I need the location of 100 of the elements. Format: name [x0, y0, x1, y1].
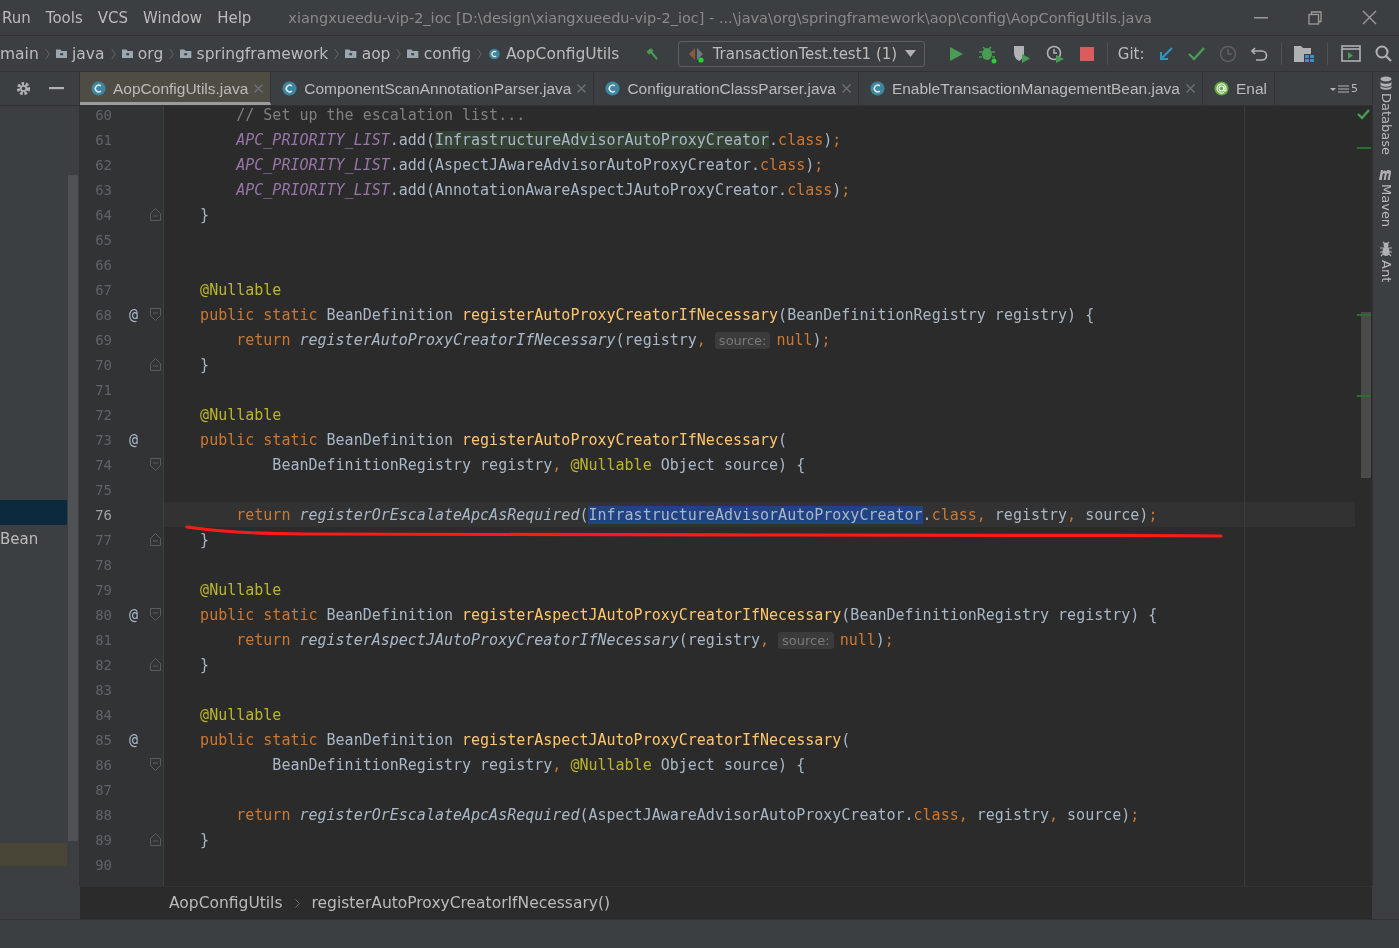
history-icon[interactable]	[1218, 44, 1237, 63]
override-marker[interactable]: @	[129, 305, 138, 324]
close-icon[interactable]	[1186, 84, 1195, 93]
list-icon	[1330, 83, 1350, 94]
tool-window-tab[interactable]: Database	[1378, 76, 1394, 156]
editor-tab[interactable]: Enal	[1203, 72, 1275, 105]
caret-icon	[905, 50, 917, 57]
checkmark-icon	[1357, 109, 1370, 120]
undo-icon[interactable]	[1250, 45, 1268, 62]
code-line: BeanDefinitionRegistry registry, @Nullable Object source) {	[271, 755, 806, 774]
folder-icon	[345, 47, 357, 60]
breadcrumb-item[interactable]: AopConfigUtils	[169, 894, 283, 912]
code-line: public static BeanDefinition registerAutoProxyCreatorIfNecessary(BeanDefinitionRegistry registry) {	[199, 305, 1095, 324]
chevron-icon	[294, 898, 300, 908]
breadcrumb-item[interactable]: aop	[361, 44, 391, 63]
breadcrumb-item[interactable]: registerAutoProxyCreatorIfNecessary()	[311, 894, 611, 912]
fold-icon[interactable]	[150, 833, 161, 846]
run-configuration-dropdown[interactable]: TransactionTest.test1 (1)	[677, 40, 926, 67]
class-icon	[604, 80, 622, 97]
fold-icon[interactable]	[150, 658, 161, 671]
editor-tab[interactable]: ComponentScanAnnotationParser.java	[271, 72, 595, 105]
code-line: APC_PRIORITY_LIST.add(AspectJAwareAdvisorAutoProxyCreator.class);	[234, 155, 824, 174]
line-number: 76	[94, 506, 113, 523]
window-title: xiangxueedu-vip-2_ioc [D:\design\xiangxueedu-vip-2_ioc] - ...\java\org\springframework\aop\config\AopConfigUtils.java	[288, 9, 1152, 26]
scrollbar-thumb[interactable]	[68, 175, 78, 841]
breadcrumb-item[interactable]: main	[0, 44, 39, 63]
code-line: public static BeanDefinition registerAspectJAutoProxyCreatorIfNecessary(BeanDefinitionRegistry registry) {	[199, 605, 1158, 624]
code-line: return registerAspectJAutoProxyCreatorIfNecessary(registry, source: null);	[235, 630, 894, 649]
scrollbar-thumb[interactable]	[1361, 312, 1371, 478]
code-line: BeanDefinitionRegistry registry, @Nullable Object source) {	[271, 455, 806, 474]
code-line: @Nullable	[199, 405, 282, 424]
class-icon	[868, 80, 886, 97]
code-line: return registerOrEscalateApcAsRequired(AspectJAwareAdvisorAutoProxyCreator.class, registry, source);	[235, 805, 1140, 824]
terminal-window-icon[interactable]	[1340, 45, 1361, 62]
bug-icon[interactable]	[978, 43, 999, 64]
code-line: public static BeanDefinition registerAspectJAutoProxyCreatorIfNecessary(	[199, 730, 851, 749]
close-icon[interactable]	[1362, 10, 1377, 25]
folder-icon	[407, 47, 419, 60]
class-icon	[90, 80, 107, 97]
breadcrumb-item[interactable]: org	[137, 44, 164, 63]
menu-item[interactable]: Tools	[41, 8, 90, 27]
editor-tab[interactable]: EnableTransactionManagementBean.java	[858, 72, 1203, 105]
breadcrumb-item[interactable]: AopConfigUtils	[505, 44, 620, 63]
code-line: @Nullable	[199, 280, 282, 299]
maven-icon	[1378, 169, 1394, 182]
menu-item[interactable]: Window	[139, 8, 210, 27]
git-label: Git:	[1117, 44, 1145, 63]
override-marker[interactable]: @	[129, 605, 138, 624]
tool-window-tab[interactable]: Ant	[1378, 241, 1394, 283]
override-marker[interactable]: @	[129, 730, 138, 749]
shield-run-icon[interactable]	[1012, 43, 1033, 64]
minimize-icon[interactable]	[49, 87, 65, 90]
class-icon	[281, 80, 299, 97]
database-icon	[1380, 76, 1392, 90]
close-icon[interactable]	[577, 84, 587, 93]
stop-icon[interactable]	[1080, 46, 1095, 61]
code-line: }	[199, 205, 210, 224]
folder-icon	[180, 47, 192, 60]
tree-item[interactable]: Bean	[0, 530, 39, 548]
restore-icon[interactable]	[1308, 10, 1322, 25]
fold-icon[interactable]	[150, 608, 161, 621]
fold-icon[interactable]	[150, 758, 161, 771]
minimize-icon[interactable]	[1254, 16, 1268, 19]
menu-item[interactable]: Run	[0, 8, 38, 27]
menu-item[interactable]: VCS	[93, 8, 135, 27]
fold-icon[interactable]	[150, 358, 161, 371]
breadcrumb-item[interactable]: config	[423, 44, 472, 63]
code-line: }	[199, 655, 210, 674]
run-icon[interactable]	[948, 45, 965, 62]
code-line: return registerOrEscalateApcAsRequired(InfrastructureAdvisorAutoProxyCreator.class, registry, source);	[235, 505, 1158, 524]
close-icon[interactable]	[254, 84, 264, 93]
project-structure-icon[interactable]	[1294, 44, 1315, 63]
breadcrumb-item[interactable]: springframework	[196, 44, 329, 63]
tool-window-tab[interactable]: Maven	[1378, 169, 1394, 228]
code-line: }	[199, 530, 210, 549]
ant-icon	[1379, 241, 1393, 258]
override-marker[interactable]: @	[129, 430, 138, 449]
breadcrumb-item[interactable]: java	[72, 44, 105, 63]
code-line: APC_PRIORITY_LIST.add(AnnotationAwareAspectJAutoProxyCreator.class);	[234, 180, 851, 199]
fold-icon[interactable]	[150, 208, 161, 221]
update-arrow-icon[interactable]	[1157, 45, 1174, 62]
code-line: public static BeanDefinition registerAutoProxyCreatorIfNecessary(	[199, 430, 788, 449]
fold-icon[interactable]	[150, 533, 161, 546]
editor-tab[interactable]: AopConfigUtils.java	[80, 72, 272, 105]
fold-icon[interactable]	[150, 308, 161, 321]
menu-item[interactable]: Help	[213, 8, 259, 27]
folder-icon	[121, 47, 133, 60]
checkmark-icon[interactable]	[1187, 46, 1205, 61]
code-line: // Set up the escalation list...	[235, 106, 526, 124]
code-line: return registerAutoProxyCreatorIfNecessary(registry, source: null);	[235, 330, 831, 349]
close-icon[interactable]	[841, 84, 851, 93]
code-line: }	[199, 355, 210, 374]
settings-icon[interactable]	[14, 80, 32, 97]
annotation-icon	[1213, 80, 1230, 97]
code-line: @Nullable	[199, 580, 282, 599]
fold-icon[interactable]	[150, 458, 161, 471]
search-icon[interactable]	[1374, 45, 1392, 62]
code-line: }	[199, 830, 210, 849]
editor-tab[interactable]: ConfigurationClassParser.java	[594, 72, 859, 105]
code-line: @Nullable	[199, 705, 282, 724]
